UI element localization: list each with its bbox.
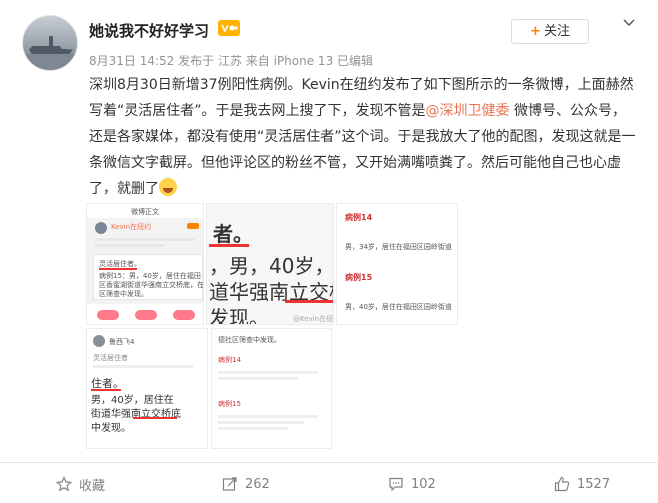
- action-bar-divider: [0, 462, 658, 463]
- img5-case15: 病例15: [218, 400, 241, 408]
- post-image-4[interactable]: 鲁西飞4 灵活居住者 住者。 男，40岁，居住在 街道华强南立交桥底 中发现。: [86, 328, 208, 449]
- chevron-down-icon[interactable]: [622, 16, 636, 30]
- comment-icon: [389, 477, 403, 492]
- post-edited-label[interactable]: 已编辑: [337, 54, 373, 68]
- post-image-2[interactable]: 者。 ，男，40岁，居住 道华强南立交桥 发现。 @Kevin在纽约: [206, 203, 334, 325]
- post-text: 深圳8月30日新增37例阳性病例。Kevin在纽约发布了如下图所示的一条微博，上…: [89, 72, 637, 202]
- img3-case15-text: 男，40岁，居住在福田区园岭街道: [345, 303, 452, 311]
- img3-case14-text: 男，34岁，居住在福田区园岭街道: [345, 243, 452, 251]
- img4-text3: 男，40岁，居住在: [91, 395, 174, 406]
- img4-name: 鲁西飞4: [109, 338, 135, 346]
- post-image-1[interactable]: 微博正文 Kevin在纽约 灵活居住者。 病例15：男，40岁，居住在福田 区香…: [86, 203, 204, 325]
- img1-underline: [99, 268, 137, 270]
- img2-watermark: @Kevin在纽约: [293, 315, 334, 323]
- follow-button[interactable]: + 关注: [511, 19, 589, 44]
- img2-line4: 发现。: [209, 306, 269, 325]
- repost-count: 262: [245, 476, 270, 492]
- repost-icon: [222, 477, 237, 491]
- img5-line1: 德社区筛查中发现。: [218, 336, 281, 344]
- vip-badge-icon[interactable]: [218, 20, 240, 36]
- post-image-3[interactable]: 病例14 男，34岁，居住在福田区园岭街道 病例15 男，40岁，居住在福田区园…: [336, 203, 458, 325]
- img5-case14: 病例14: [218, 356, 241, 364]
- post-image-5[interactable]: 德社区筛查中发现。 病例14 病例15: [211, 328, 332, 449]
- like-count: 1527: [577, 476, 611, 492]
- user-avatar[interactable]: [22, 15, 78, 71]
- img1-line4: 区筛查中发现。: [99, 290, 148, 298]
- favorite-button[interactable]: 收藏: [56, 475, 106, 494]
- img2-line1: 者。: [213, 222, 253, 246]
- img4-text1: 灵活居住者: [93, 354, 128, 362]
- post-source: 来自 iPhone 13: [245, 54, 334, 68]
- star-icon: [56, 476, 72, 492]
- username[interactable]: 她说我不好好学习: [89, 20, 209, 41]
- favorite-label: 收藏: [79, 478, 106, 494]
- img2-underline-2: [285, 300, 333, 303]
- laughing-crying-emoji-icon: [159, 178, 177, 196]
- post-ip-location: 发布于 江苏: [178, 54, 242, 68]
- post-meta: 8月31日 14:52 发布于 江苏 来自 iPhone 13 已编辑: [89, 52, 373, 69]
- avatar-sea: [23, 54, 77, 70]
- comment-count: 102: [411, 476, 436, 492]
- img1-header: 微博正文: [131, 208, 159, 216]
- plus-icon: +: [530, 24, 541, 39]
- img1-name: Kevin在纽约: [111, 223, 152, 231]
- weibo-post-card: 她说我不好好学习 8月31日 14:52 发布于 江苏 来自 iPhone 13…: [0, 0, 658, 503]
- mention-link[interactable]: @深圳卫健委: [426, 103, 510, 119]
- img2-underline-1: [209, 244, 249, 247]
- img3-case15: 病例15: [345, 273, 373, 282]
- thumbs-up-icon: [554, 476, 570, 492]
- avatar-ship: [29, 46, 73, 54]
- img4-text5: 中发现。: [91, 423, 131, 434]
- like-button[interactable]: 1527: [554, 475, 610, 493]
- img2-line2: ，男，40岁，居住: [209, 254, 334, 278]
- img4-underline-2: [133, 417, 177, 419]
- post-time[interactable]: 8月31日 14:52: [89, 54, 174, 68]
- follow-label: 关注: [543, 24, 570, 39]
- comment-button[interactable]: 102: [388, 475, 436, 493]
- repost-button[interactable]: 262: [222, 475, 270, 493]
- img3-case14: 病例14: [345, 213, 373, 222]
